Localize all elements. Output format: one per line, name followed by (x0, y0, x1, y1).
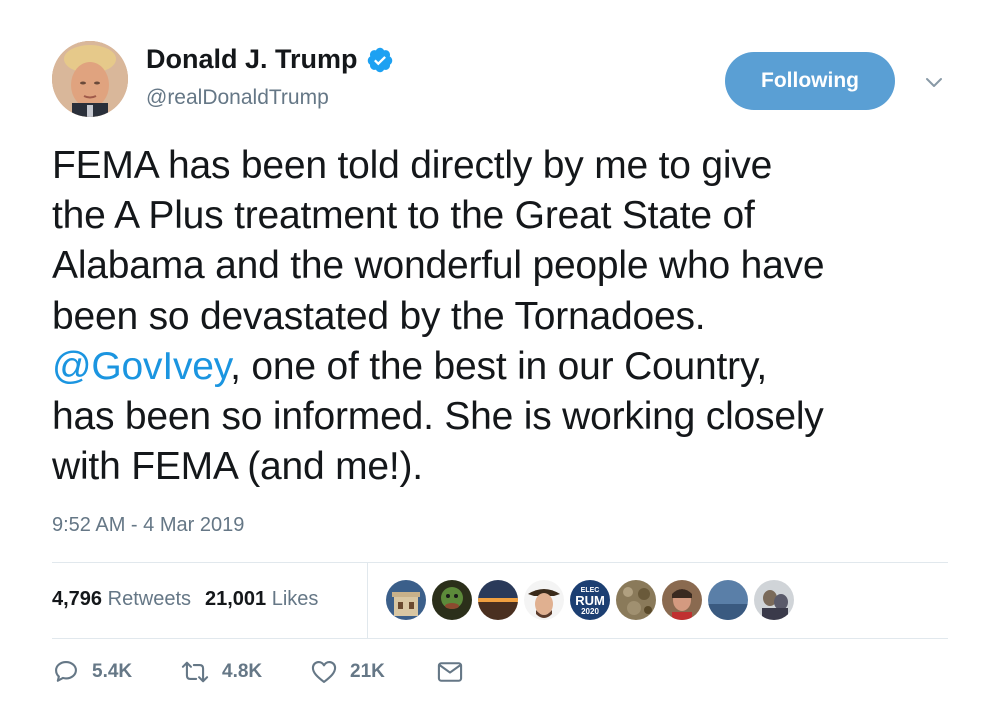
liker-avatar-6[interactable] (616, 580, 656, 620)
liker-5-text-bot: 2020 (581, 607, 599, 616)
author-handle[interactable]: @realDonaldTrump (146, 86, 329, 110)
liker-avatar-4[interactable] (524, 580, 564, 620)
tweet-line: with FEMA (and me!). (52, 445, 423, 489)
divider (52, 638, 948, 639)
tweet-text: FEMA has been told directly by me to giv… (52, 141, 972, 492)
retweets-count: 4,796 (52, 588, 103, 610)
verified-badge-icon (366, 46, 394, 74)
tweet-stats: 4,796 Retweets 21,001 Likes (52, 588, 318, 611)
reply-count: 5.4K (92, 661, 133, 682)
tweet-mention-suffix: , one of the best in our Country, (230, 344, 767, 388)
divider (52, 562, 948, 563)
tweet-line: the A Plus treatment to the Great State … (52, 194, 755, 238)
reply-button[interactable]: 5.4K (52, 658, 180, 686)
author-avatar[interactable] (52, 41, 128, 117)
liker-avatar-8[interactable] (708, 580, 748, 620)
retweets-stat[interactable]: 4,796 Retweets (52, 588, 191, 611)
tweet-timestamp[interactable]: 9:52 AM - 4 Mar 2019 (52, 514, 244, 537)
likes-count: 21,001 (205, 588, 267, 610)
following-button[interactable]: Following (725, 52, 895, 110)
chevron-down-icon[interactable] (922, 70, 946, 94)
like-button[interactable]: 21K (310, 658, 436, 686)
liker-avatar-3[interactable] (478, 580, 518, 620)
liker-avatar-1[interactable] (386, 580, 426, 620)
retweet-count: 4.8K (222, 661, 263, 682)
tweet-actions: 5.4K 4.8K 21K (52, 658, 464, 686)
likes-stat[interactable]: 21,001 Likes (205, 588, 318, 611)
liker-avatars: ELEC RUM 2020 (386, 580, 800, 620)
envelope-icon (437, 662, 463, 682)
retweet-button[interactable]: 4.8K (180, 658, 310, 686)
tweet-line: Alabama and the wonderful people who hav… (52, 244, 825, 288)
liker-avatar-5[interactable]: ELEC RUM 2020 (570, 580, 610, 620)
mention-link[interactable]: @GovIvey (52, 345, 230, 388)
liker-avatar-7[interactable] (662, 580, 702, 620)
retweets-label: Retweets (107, 588, 191, 610)
heart-icon (311, 661, 337, 683)
liker-avatar-9[interactable] (754, 580, 794, 620)
tweet-line: FEMA has been told directly by me to giv… (52, 144, 773, 187)
tweet-line: been so devastated by the Tornadoes. (52, 294, 706, 338)
like-count: 21K (350, 661, 385, 682)
tweet-line-mention: @GovIvey, one of the best in our Country… (52, 342, 972, 392)
divider-vertical (367, 563, 368, 638)
retweet-icon (181, 661, 209, 683)
author-name-row: Donald J. Trump (146, 44, 394, 75)
liker-avatar-2[interactable] (432, 580, 472, 620)
reply-icon (55, 661, 77, 682)
tweet-line: has been so informed. She is working clo… (52, 395, 824, 439)
author-display-name[interactable]: Donald J. Trump (146, 44, 358, 75)
likes-label: Likes (271, 588, 319, 610)
liker-5-text-mid: RUM (575, 593, 605, 608)
direct-message-button[interactable] (436, 658, 464, 686)
